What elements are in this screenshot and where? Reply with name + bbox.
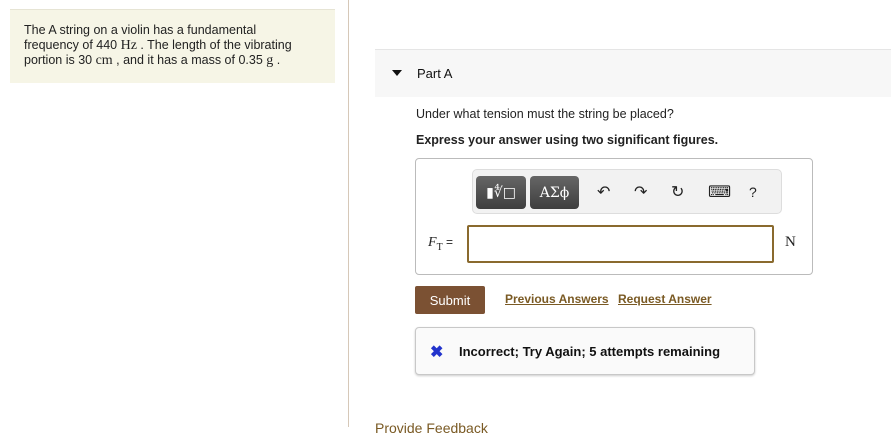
feedback-box: ✖ Incorrect; Try Again; 5 attempts remai… xyxy=(415,327,755,375)
incorrect-x-icon: ✖ xyxy=(430,344,444,361)
templates-button[interactable]: ▮∜□ xyxy=(476,176,526,209)
reset-icon[interactable]: ↻ xyxy=(671,182,684,202)
unit-label: N xyxy=(785,234,796,250)
text: . xyxy=(273,53,281,67)
redo-icon[interactable]: ↷ xyxy=(634,182,647,202)
answer-input[interactable] xyxy=(467,225,774,263)
request-answer-link[interactable]: Request Answer xyxy=(618,292,712,306)
divider xyxy=(348,0,349,427)
var: F xyxy=(428,235,437,250)
undo-icon[interactable]: ↶ xyxy=(597,182,610,202)
symbols-button[interactable]: ΑΣϕ xyxy=(530,176,579,209)
previous-answers-link[interactable]: Previous Answers xyxy=(505,292,609,306)
part-title: Part A xyxy=(417,66,453,81)
problem-statement: The A string on a violin has a fundament… xyxy=(10,9,335,83)
text: portion is 30 xyxy=(24,53,96,67)
collapse-triangle-icon[interactable] xyxy=(392,70,402,76)
help-icon[interactable]: ? xyxy=(749,184,757,200)
equals: = xyxy=(442,235,454,249)
answer-box: ▮∜□ ΑΣϕ ↶ ↷ ↻ ⌨ ? FT = N xyxy=(415,158,813,275)
submit-button[interactable]: Submit xyxy=(415,286,485,314)
instruction: Express your answer using two significan… xyxy=(416,133,719,147)
text: . The length of the vibrating xyxy=(136,38,292,52)
math-toolbar: ▮∜□ ΑΣϕ ↶ ↷ ↻ ⌨ ? xyxy=(472,169,782,214)
text: frequency of 440 xyxy=(24,38,121,52)
part-a-header[interactable]: Part A xyxy=(375,49,891,97)
provide-feedback-link[interactable]: Provide Feedback xyxy=(375,420,488,436)
question: Under what tension must the string be pl… xyxy=(416,107,674,121)
unit: cm xyxy=(95,53,113,68)
unit: Hz xyxy=(120,38,137,53)
text: , and it has a mass of 0.35 xyxy=(112,53,267,67)
answer-label: FT = xyxy=(428,235,453,253)
text: The A string on a violin has a fundament… xyxy=(24,23,257,37)
keyboard-icon[interactable]: ⌨ xyxy=(708,182,731,202)
feedback-text: Incorrect; Try Again; 5 attempts remaini… xyxy=(459,344,721,359)
